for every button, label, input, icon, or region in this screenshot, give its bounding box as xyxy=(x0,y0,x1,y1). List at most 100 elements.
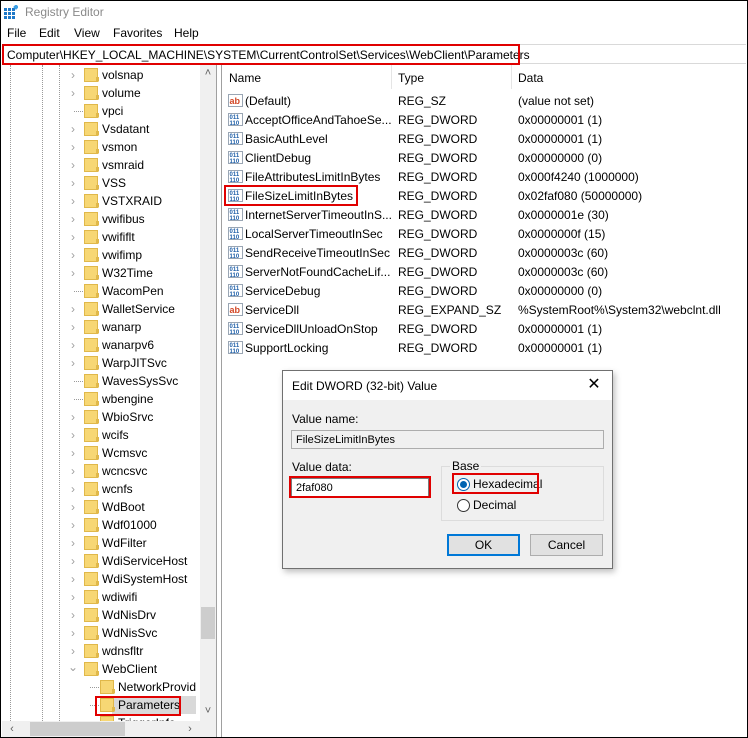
tree-item-label[interactable]: WdBoot xyxy=(102,500,145,514)
chevron-right-icon[interactable]: › xyxy=(67,230,79,244)
value-row[interactable]: 011 110 SendReceiveTimeoutInSec REG_DWORD 0x… xyxy=(223,243,747,262)
tree-item[interactable]: › Vsdatant xyxy=(2,120,202,138)
value-data-field[interactable] xyxy=(291,478,429,497)
tree-item-label[interactable]: VSS xyxy=(102,176,126,190)
tree-item-label[interactable]: vwifimp xyxy=(102,248,142,262)
tree-item-label[interactable]: WarpJITSvc xyxy=(102,356,167,370)
chevron-right-icon[interactable]: › xyxy=(67,302,79,316)
value-row[interactable]: ab ServiceDll REG_EXPAND_SZ %SystemRoot%\Sy… xyxy=(223,300,747,319)
key-tree[interactable]: › volsnap › volume vpci › Vsdatant › vsmon › vsmra… xyxy=(2,65,216,737)
decimal-label[interactable]: Decimal xyxy=(473,498,516,512)
tree-horizontal-scrollbar[interactable]: ‹ › xyxy=(2,721,200,737)
chevron-right-icon[interactable]: › xyxy=(67,428,79,442)
value-row[interactable]: 011 110 SupportLocking REG_DWORD 0x00000001 … xyxy=(223,338,747,357)
tree-item[interactable]: › WdiServiceHost xyxy=(2,552,202,570)
value-row[interactable]: 011 110 InternetServerTimeoutInS... REG_DWO… xyxy=(223,205,747,224)
menu-file[interactable]: File xyxy=(7,26,26,40)
chevron-right-icon[interactable]: › xyxy=(67,122,79,136)
tree-item-label[interactable]: NetworkProvid xyxy=(118,680,196,694)
tree-item[interactable]: › wdiwifi xyxy=(2,588,202,606)
scroll-down-arrow-icon[interactable]: ˅ xyxy=(200,703,216,719)
chevron-right-icon[interactable]: › xyxy=(67,500,79,514)
tree-item[interactable]: › WarpJITSvc xyxy=(2,354,202,372)
chevron-right-icon[interactable]: › xyxy=(67,356,79,370)
chevron-right-icon[interactable]: › xyxy=(67,212,79,226)
tree-item-label[interactable]: vsmraid xyxy=(102,158,144,172)
tree-item[interactable]: › wcncsvc xyxy=(2,462,202,480)
tree-item-label[interactable]: VSTXRAID xyxy=(102,194,162,208)
tree-item-label[interactable]: vsmon xyxy=(102,140,137,154)
menu-view[interactable]: View xyxy=(74,26,100,40)
hexadecimal-radio[interactable] xyxy=(457,478,470,491)
tree-item-label[interactable]: WebClient xyxy=(102,662,157,676)
tree-item[interactable]: › vwifimp xyxy=(2,246,202,264)
tree-item[interactable]: › vwififlt xyxy=(2,228,202,246)
tree-item[interactable]: Parameters xyxy=(2,696,202,714)
tree-item-label[interactable]: WdNisDrv xyxy=(102,608,156,622)
value-row[interactable]: 011 110 AcceptOfficeAndTahoeSe... REG_DWORD… xyxy=(223,110,747,129)
tree-item[interactable]: ⌄ WebClient xyxy=(2,660,202,678)
column-header-data[interactable]: Data xyxy=(512,65,747,89)
tree-item-label[interactable]: wanarp xyxy=(102,320,141,334)
ok-button[interactable]: OK xyxy=(447,534,520,556)
menu-edit[interactable]: Edit xyxy=(39,26,60,40)
chevron-right-icon[interactable]: › xyxy=(67,626,79,640)
tree-item-label[interactable]: wanarpv6 xyxy=(102,338,154,352)
tree-item[interactable]: › WdNisDrv xyxy=(2,606,202,624)
tree-item[interactable]: › vsmraid xyxy=(2,156,202,174)
chevron-right-icon[interactable]: › xyxy=(67,68,79,82)
chevron-right-icon[interactable]: › xyxy=(67,554,79,568)
chevron-right-icon[interactable]: › xyxy=(67,86,79,100)
chevron-right-icon[interactable]: › xyxy=(67,590,79,604)
tree-item-label[interactable]: Vsdatant xyxy=(102,122,149,136)
tree-item-label[interactable]: wdiwifi xyxy=(102,590,137,604)
scroll-up-arrow-icon[interactable]: ˄ xyxy=(200,65,216,81)
chevron-right-icon[interactable]: › xyxy=(67,518,79,532)
tree-item-label[interactable]: vwififlt xyxy=(102,230,135,244)
tree-item[interactable]: › Wcmsvc xyxy=(2,444,202,462)
tree-item[interactable]: › Wdf01000 xyxy=(2,516,202,534)
value-row[interactable]: 011 110 ServiceDllUnloadOnStop REG_DWORD 0x0… xyxy=(223,319,747,338)
value-row[interactable]: 011 110 ServiceDebug REG_DWORD 0x00000000 (0… xyxy=(223,281,747,300)
tree-item[interactable]: › wanarp xyxy=(2,318,202,336)
value-name-field[interactable] xyxy=(291,430,604,449)
address-bar[interactable]: Computer\HKEY_LOCAL_MACHINE\SYSTEM\Curre… xyxy=(2,44,746,64)
chevron-right-icon[interactable]: › xyxy=(67,158,79,172)
tree-item[interactable]: › wanarpv6 xyxy=(2,336,202,354)
chevron-down-icon[interactable]: ⌄ xyxy=(67,660,79,674)
tree-item[interactable]: › volume xyxy=(2,84,202,102)
tree-item-label[interactable]: WalletService xyxy=(102,302,175,316)
menu-favorites[interactable]: Favorites xyxy=(113,26,162,40)
tree-item-label[interactable]: wdnsfltr xyxy=(102,644,143,658)
tree-item[interactable]: › VSS xyxy=(2,174,202,192)
tree-item[interactable]: WacomPen xyxy=(2,282,202,300)
tree-item[interactable]: › WdFilter xyxy=(2,534,202,552)
tree-item[interactable]: vpci xyxy=(2,102,202,120)
column-header-name[interactable]: Name xyxy=(223,65,391,89)
tree-item-label[interactable]: WdNisSvc xyxy=(102,626,157,640)
pane-splitter[interactable] xyxy=(216,65,222,737)
tree-item-label[interactable]: WdiSystemHost xyxy=(102,572,187,586)
chevron-right-icon[interactable]: › xyxy=(67,644,79,658)
chevron-right-icon[interactable]: › xyxy=(67,536,79,550)
tree-item-label[interactable]: Wdf01000 xyxy=(102,518,157,532)
cancel-button[interactable]: Cancel xyxy=(530,534,603,556)
tree-item[interactable]: › vwifibus xyxy=(2,210,202,228)
tree-item-label[interactable]: WdFilter xyxy=(102,536,147,550)
tree-item[interactable]: › WbioSrvc xyxy=(2,408,202,426)
tree-item[interactable]: › vsmon xyxy=(2,138,202,156)
chevron-right-icon[interactable]: › xyxy=(67,320,79,334)
chevron-right-icon[interactable]: › xyxy=(67,338,79,352)
chevron-right-icon[interactable]: › xyxy=(67,194,79,208)
chevron-right-icon[interactable]: › xyxy=(67,608,79,622)
value-row[interactable]: 011 110 ClientDebug REG_DWORD 0x00000000 (0) xyxy=(223,148,747,167)
tree-vertical-scrollbar[interactable]: ˄ ˅ xyxy=(200,65,216,721)
tree-item[interactable]: › volsnap xyxy=(2,66,202,84)
tree-item[interactable]: WavesSysSvc xyxy=(2,372,202,390)
address-path[interactable]: Computer\HKEY_LOCAL_MACHINE\SYSTEM\Curre… xyxy=(7,48,530,62)
chevron-right-icon[interactable]: › xyxy=(67,464,79,478)
tree-item-label[interactable]: wbengine xyxy=(102,392,153,406)
close-icon[interactable]: ✕ xyxy=(584,375,604,395)
chevron-right-icon[interactable]: › xyxy=(67,140,79,154)
tree-item[interactable]: › WdBoot xyxy=(2,498,202,516)
